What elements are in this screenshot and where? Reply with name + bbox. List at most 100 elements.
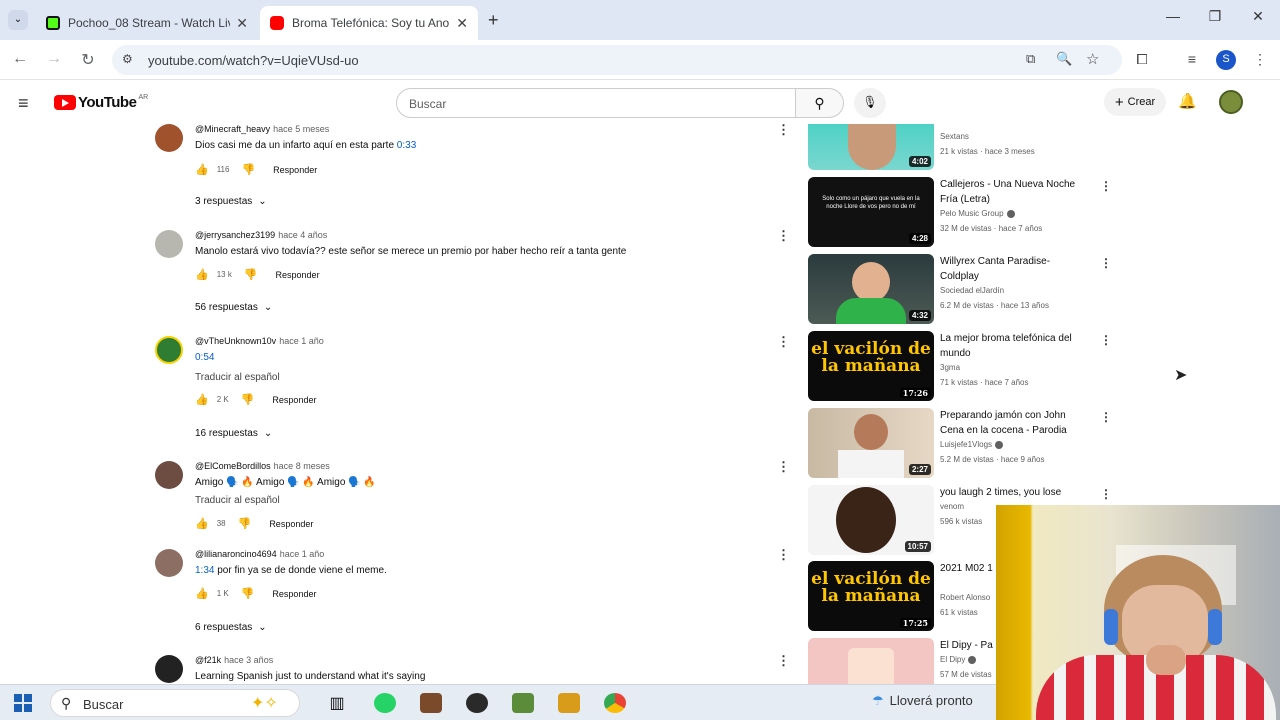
view-replies-button[interactable]: 56 respuestas ⌄ [195,302,272,313]
dislike-icon[interactable]: 👎 [238,517,252,530]
comment-time[interactable]: hace 1 año [280,549,325,559]
taskbar-search-input[interactable]: ⚲ Buscar ✦✧ [50,689,300,717]
comment-time[interactable]: hace 1 año [279,336,324,346]
like-icon[interactable]: 👍 [195,268,209,281]
whatsapp-icon[interactable] [374,693,396,713]
comment-author[interactable]: @jerrysanchez3199 [195,230,275,240]
comment-menu-icon[interactable]: ⋮ [777,547,790,563]
video-thumbnail[interactable]: Solo como un pájaro que vuela en la noch… [808,177,934,247]
comment-menu-icon[interactable]: ⋮ [777,228,790,244]
video-card[interactable]: 2:27 Preparando jamón con John Cena en l… [808,408,1112,480]
channel-name[interactable]: Sextans [940,132,969,141]
search-button[interactable]: ⚲ [796,88,844,118]
video-card[interactable]: Solo como un pájaro que vuela en la noch… [808,177,1112,249]
dislike-icon[interactable]: 👎 [241,587,255,600]
comment-menu-icon[interactable]: ⋮ [777,655,790,669]
avatar[interactable] [155,336,183,364]
view-replies-button[interactable]: 6 respuestas ⌄ [195,622,267,633]
minimize-icon[interactable]: — [1158,8,1188,24]
comment-time[interactable]: hace 8 meses [274,461,330,471]
browser-menu-icon[interactable]: ⋮ [1250,51,1270,68]
search-input[interactable]: Buscar [396,88,796,118]
dislike-icon[interactable]: 👎 [241,393,255,406]
comment-author[interactable]: @lilianaroncino4694 [195,549,277,559]
timestamp-link[interactable]: 0:33 [397,140,416,151]
profile-avatar[interactable]: S [1216,50,1236,70]
task-view-icon[interactable]: ▥ [326,693,348,713]
new-tab-icon[interactable]: + [488,10,499,31]
install-app-icon[interactable]: ⧉ [1026,51,1035,67]
game-launcher-icon[interactable] [558,693,580,713]
timestamp-link[interactable]: 0:54 [195,352,214,363]
like-icon[interactable]: 👍 [195,163,209,176]
avatar[interactable] [155,461,183,489]
zoom-icon[interactable]: 🔍 [1056,51,1072,67]
view-replies-button[interactable]: 3 respuestas ⌄ [195,196,267,207]
video-title[interactable]: Willyrex Canta Paradise-Coldplay [940,254,1088,284]
create-button[interactable]: + Crear [1104,88,1166,116]
windows-start-icon[interactable] [14,694,32,712]
video-title[interactable]: Callejeros - Una Nueva Noche Fría (Letra… [940,177,1088,207]
extensions-icon[interactable]: ⧠ [1132,51,1152,68]
reply-button[interactable]: Responder [276,270,320,280]
comment-author[interactable]: @vTheUnknown10v [195,336,276,346]
video-menu-icon[interactable]: ⋮ [1100,256,1112,270]
avatar[interactable] [155,230,183,258]
tab-pochoo-stream[interactable]: Pochoo_08 Stream - Watch Live ✕ [36,6,258,40]
video-thumbnail[interactable]: 4:02 [808,124,934,170]
channel-name[interactable]: Pelo Music Group [940,209,1015,218]
site-info-icon[interactable]: ⚙ [122,52,133,66]
view-replies-button[interactable]: 16 respuestas ⌄ [195,428,272,439]
like-icon[interactable]: 👍 [195,517,209,530]
comment-author[interactable]: @f21k [195,655,221,665]
like-icon[interactable]: 👍 [195,393,209,406]
notifications-bell-icon[interactable]: 🔔 [1178,92,1197,110]
channel-name[interactable]: El Dipy [940,655,977,664]
video-title[interactable]: Preparando jamón con John Cena en la coc… [940,408,1088,438]
channel-name[interactable]: venom [940,502,964,511]
hamburger-menu-icon[interactable]: ≡ [18,93,29,114]
video-menu-icon[interactable]: ⋮ [1100,179,1112,193]
video-title[interactable]: you laugh 2 times, you lose [940,485,1088,500]
video-thumbnail[interactable]: el vacilón de la mañana 17:25 [808,561,934,631]
account-avatar[interactable] [1219,90,1243,114]
avatar[interactable] [155,655,183,683]
tab-broma-telefonica[interactable]: Broma Telefónica: Soy tu Ano (MA ✕ [260,6,478,40]
video-title[interactable]: La mejor broma telefónica del mundo [940,331,1088,361]
youtube-logo[interactable]: YouTube AR [54,94,148,111]
video-menu-icon[interactable]: ⋮ [1100,333,1112,347]
minecraft-icon[interactable] [512,693,534,713]
channel-name[interactable]: Luisjefe1Vlogs [940,440,1004,449]
reply-button[interactable]: Responder [273,165,317,175]
video-card[interactable]: el vacilón de la mañana 17:26 La mejor b… [808,331,1112,403]
video-thumbnail[interactable]: 4:32 [808,254,934,324]
app-icon-portrait[interactable] [420,693,442,713]
comment-menu-icon[interactable]: ⋮ [777,122,790,138]
channel-name[interactable]: 3gma [940,363,960,372]
close-tab-icon[interactable]: ✕ [236,15,248,32]
video-thumbnail[interactable]: 2:27 [808,408,934,478]
comment-menu-icon[interactable]: ⋮ [777,459,790,475]
reply-button[interactable]: Responder [272,395,316,405]
channel-name[interactable]: Robert Alonso [940,593,990,602]
avatar[interactable] [155,124,183,152]
timestamp-link[interactable]: 1:34 [195,565,214,576]
video-card[interactable]: 4:02 Sextans 21 k vistas · hace 3 meses [808,124,1108,170]
video-card[interactable]: 4:32 Willyrex Canta Paradise-Coldplay So… [808,254,1112,326]
media-controls-icon[interactable]: ≡ [1182,51,1202,67]
weather-widget[interactable]: ☂ Lloverá pronto [872,693,973,709]
reply-button[interactable]: Responder [269,519,313,529]
like-icon[interactable]: 👍 [195,587,209,600]
chrome-icon[interactable] [604,693,626,713]
bookmark-star-icon[interactable]: ☆ [1086,50,1099,68]
address-bar[interactable]: ⚙ youtube.com/watch?v=UqieVUsd-uo ⧉ 🔍 ☆ [112,45,1122,75]
channel-name[interactable]: Sociedad elJardín [940,286,1004,295]
tab-search-button[interactable]: ⌄ [8,10,28,30]
comment-author[interactable]: @Minecraft_heavy [195,124,270,134]
comment-author[interactable]: @ElComeBordillos [195,461,271,471]
comment-menu-icon[interactable]: ⋮ [777,334,790,350]
comment-time[interactable]: hace 4 años [278,230,327,240]
video-thumbnail[interactable]: 10:57 [808,485,934,555]
close-tab-icon[interactable]: ✕ [456,15,468,32]
reload-icon[interactable]: ↻ [76,50,100,70]
